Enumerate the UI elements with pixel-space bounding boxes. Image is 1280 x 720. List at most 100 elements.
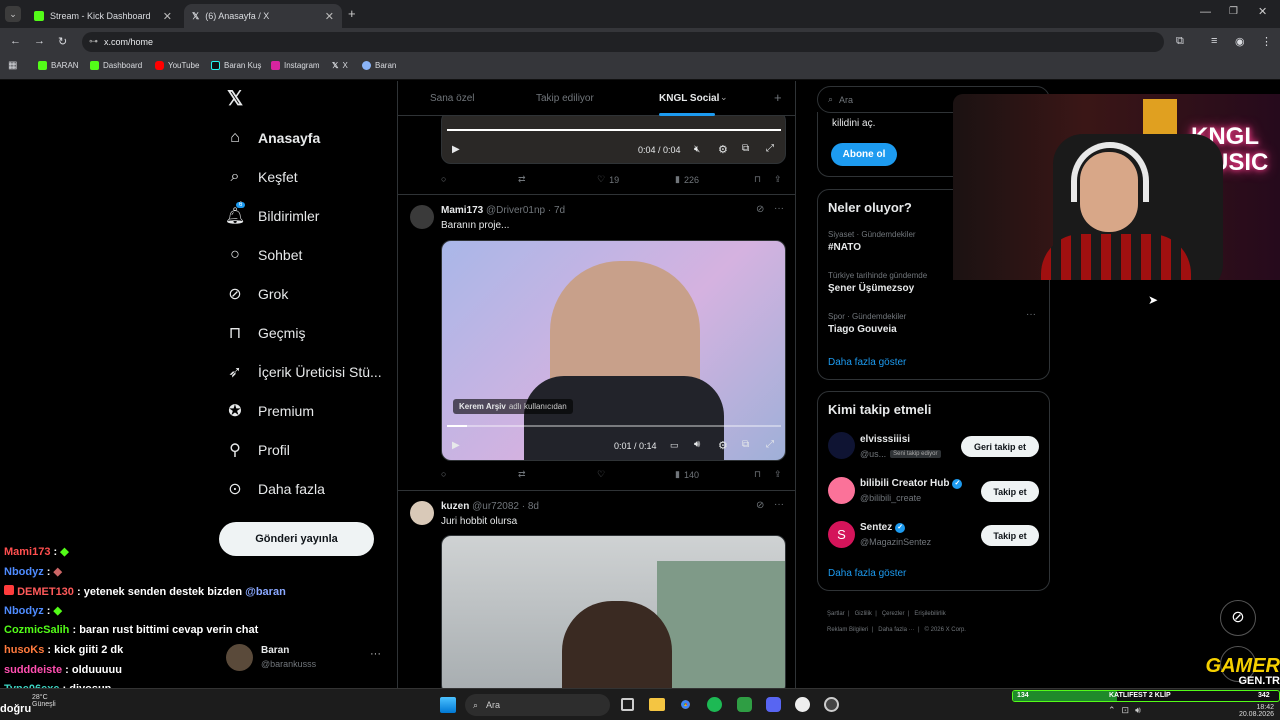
minimize-icon[interactable]: — (1200, 6, 1211, 18)
app-icon[interactable] (737, 697, 752, 712)
nav-item-chat[interactable]: ○ Sohbet (226, 246, 302, 264)
account-switcher[interactable]: Baran @barankusss ··· (226, 644, 386, 674)
new-tab-button[interactable]: + (348, 6, 356, 21)
taskbar-search[interactable]: ⌕ Ara (465, 694, 610, 716)
nav-item-bookmarks[interactable]: ⊓ Geçmiş (226, 324, 306, 342)
start-icon[interactable] (440, 697, 456, 713)
bookmark-dashboard[interactable]: Dashboard (90, 61, 142, 70)
tab-list-button[interactable]: ⌄ (5, 6, 21, 22)
more-icon[interactable]: ··· (774, 203, 784, 214)
grok-icon[interactable]: ⊘ (756, 204, 764, 215)
more-icon[interactable]: ··· (1026, 309, 1036, 320)
nav-item-premium[interactable]: ✪ Premium (226, 402, 314, 420)
bookmark-baran-2[interactable]: Baran (362, 61, 396, 70)
author-handle[interactable]: @ur72082 (472, 501, 519, 512)
more-icon[interactable]: ··· (370, 648, 381, 660)
tab-x-home[interactable]: 𝕏 (6) Anasayfa / X ✕ (184, 4, 342, 28)
settings-icon[interactable]: ⚙ (718, 439, 728, 452)
volume-icon[interactable]: 🔊︎ (694, 439, 700, 450)
follow-back-button[interactable]: Geri takip et (961, 436, 1039, 457)
footer-link[interactable]: Reklam Bilgileri (827, 627, 868, 633)
bookmark-baran-kus[interactable]: Baran Kuş (211, 61, 261, 70)
extensions-icon[interactable]: ⧉ (1176, 35, 1184, 48)
bookmark-baran[interactable]: BARAN (38, 61, 79, 70)
system-tray[interactable]: ⌃⊡🔊︎ (1108, 705, 1147, 716)
settings-icon[interactable]: ⚙ (718, 143, 728, 156)
close-window-icon[interactable]: ✕ (1258, 5, 1267, 18)
bookmark-button[interactable]: ⊓ (754, 469, 761, 480)
close-icon[interactable]: ✕ (325, 10, 334, 23)
nav-item-grok[interactable]: ⊘ Grok (226, 285, 288, 303)
reload-icon[interactable]: ↻ (58, 35, 67, 48)
grok-icon[interactable]: ⊘ (756, 500, 764, 511)
bookmark-instagram[interactable]: Instagram (271, 61, 320, 70)
address-bar[interactable]: ⊶ x.com/home (82, 32, 1164, 52)
fullscreen-icon[interactable]: ⤢ (766, 439, 774, 450)
profile-icon[interactable]: ◉ (1235, 35, 1245, 48)
forward-icon[interactable]: → (34, 35, 45, 47)
views-button[interactable]: ▮ 140 (675, 469, 699, 480)
show-more-link[interactable]: Daha fazla göster (828, 357, 906, 368)
tweet[interactable]: Mami173 @Driver01np · 7d ⊘ ··· Baranın p… (398, 195, 795, 490)
reply-button[interactable]: ○ (441, 174, 446, 184)
nav-item-more[interactable]: ⊙ Daha fazla (226, 480, 325, 498)
reply-button[interactable]: ○ (441, 469, 446, 479)
tab-following[interactable]: Takip ediliyor (536, 93, 594, 104)
author-name[interactable]: Mami173 (441, 205, 483, 216)
pip-icon[interactable]: ⧉ (742, 439, 749, 450)
tweet[interactable]: kuzen @ur72082 · 8d ⊘ ··· Juri hobbit ol… (398, 491, 795, 688)
post-time[interactable]: · 8d (522, 501, 539, 512)
video-progress[interactable] (447, 129, 781, 131)
nav-item-creator-studio[interactable]: ➶ İçerik Üreticisi Stü... (226, 363, 381, 381)
clock[interactable]: 18:42 20.08.2026 (1222, 704, 1274, 718)
avatar[interactable] (828, 432, 855, 459)
footer-link[interactable]: Daha fazla ··· (878, 627, 914, 633)
spotify-icon[interactable] (707, 697, 722, 712)
chevron-down-icon[interactable]: ⌄ (720, 92, 728, 103)
video-label-user[interactable]: Kerem Arşiv (459, 402, 506, 411)
apps-icon[interactable]: ▦ (8, 60, 17, 71)
captions-icon[interactable]: ▭ (670, 440, 679, 451)
subscribe-button[interactable]: Abone ol (831, 143, 897, 166)
discord-icon[interactable] (766, 697, 781, 712)
more-icon[interactable]: ··· (774, 499, 784, 510)
app-icon[interactable] (824, 697, 839, 712)
views-button[interactable]: ▮ 226 (675, 174, 699, 185)
chrome-icon[interactable] (678, 697, 693, 712)
pip-icon[interactable]: ⧉ (742, 143, 749, 154)
play-icon[interactable]: ▶ (452, 440, 460, 451)
tab-for-you[interactable]: Sana özel (430, 93, 474, 104)
video-player[interactable]: ▶ 0:04 / 0:04 🔇︎ ⚙ ⧉ ⤢ (441, 111, 786, 164)
like-button[interactable]: ♡ 19 (597, 174, 619, 185)
footer-link[interactable]: Gizlilik (855, 611, 872, 617)
follow-user-name[interactable]: bilibili Creator Hub (860, 478, 949, 489)
bookmark-youtube[interactable]: YouTube (155, 61, 199, 70)
back-icon[interactable]: ← (10, 35, 21, 47)
app-icon[interactable] (795, 697, 810, 712)
share-button[interactable]: ⇪ (774, 174, 782, 185)
share-button[interactable]: ⇪ (774, 469, 782, 480)
follow-button[interactable]: Takip et (981, 525, 1039, 546)
follow-button[interactable]: Takip et (981, 481, 1039, 502)
repost-button[interactable]: ⇄ (518, 174, 526, 185)
file-explorer-icon[interactable] (649, 698, 665, 711)
tab-kick-dashboard[interactable]: Stream - Kick Dashboard ✕ (26, 4, 180, 28)
repost-button[interactable]: ⇄ (518, 469, 526, 480)
nav-item-profile[interactable]: ⚲ Profil (226, 441, 290, 459)
follow-user-name[interactable]: Sentez (860, 522, 892, 533)
site-info-icon[interactable]: ⊶ (89, 36, 98, 47)
nav-item-home[interactable]: ⌂ Anasayfa (226, 129, 320, 147)
video-player[interactable] (441, 535, 786, 688)
footer-link[interactable]: Erişilebilirlik (914, 611, 945, 617)
like-button[interactable]: ♡ (597, 469, 605, 480)
author-handle[interactable]: @Driver01np (486, 205, 545, 216)
media-icon[interactable]: ≡ (1211, 35, 1217, 47)
avatar[interactable] (410, 501, 434, 525)
fullscreen-icon[interactable]: ⤢ (766, 143, 774, 154)
menu-icon[interactable]: ⋮ (1261, 35, 1272, 48)
post-time[interactable]: · 7d (548, 205, 565, 216)
show-more-link[interactable]: Daha fazla göster (828, 568, 906, 579)
follow-user-name[interactable]: elvisssiiisi (860, 434, 910, 445)
grok-float-button[interactable]: ⊘ (1220, 600, 1256, 636)
add-tab-icon[interactable]: + (774, 90, 782, 105)
